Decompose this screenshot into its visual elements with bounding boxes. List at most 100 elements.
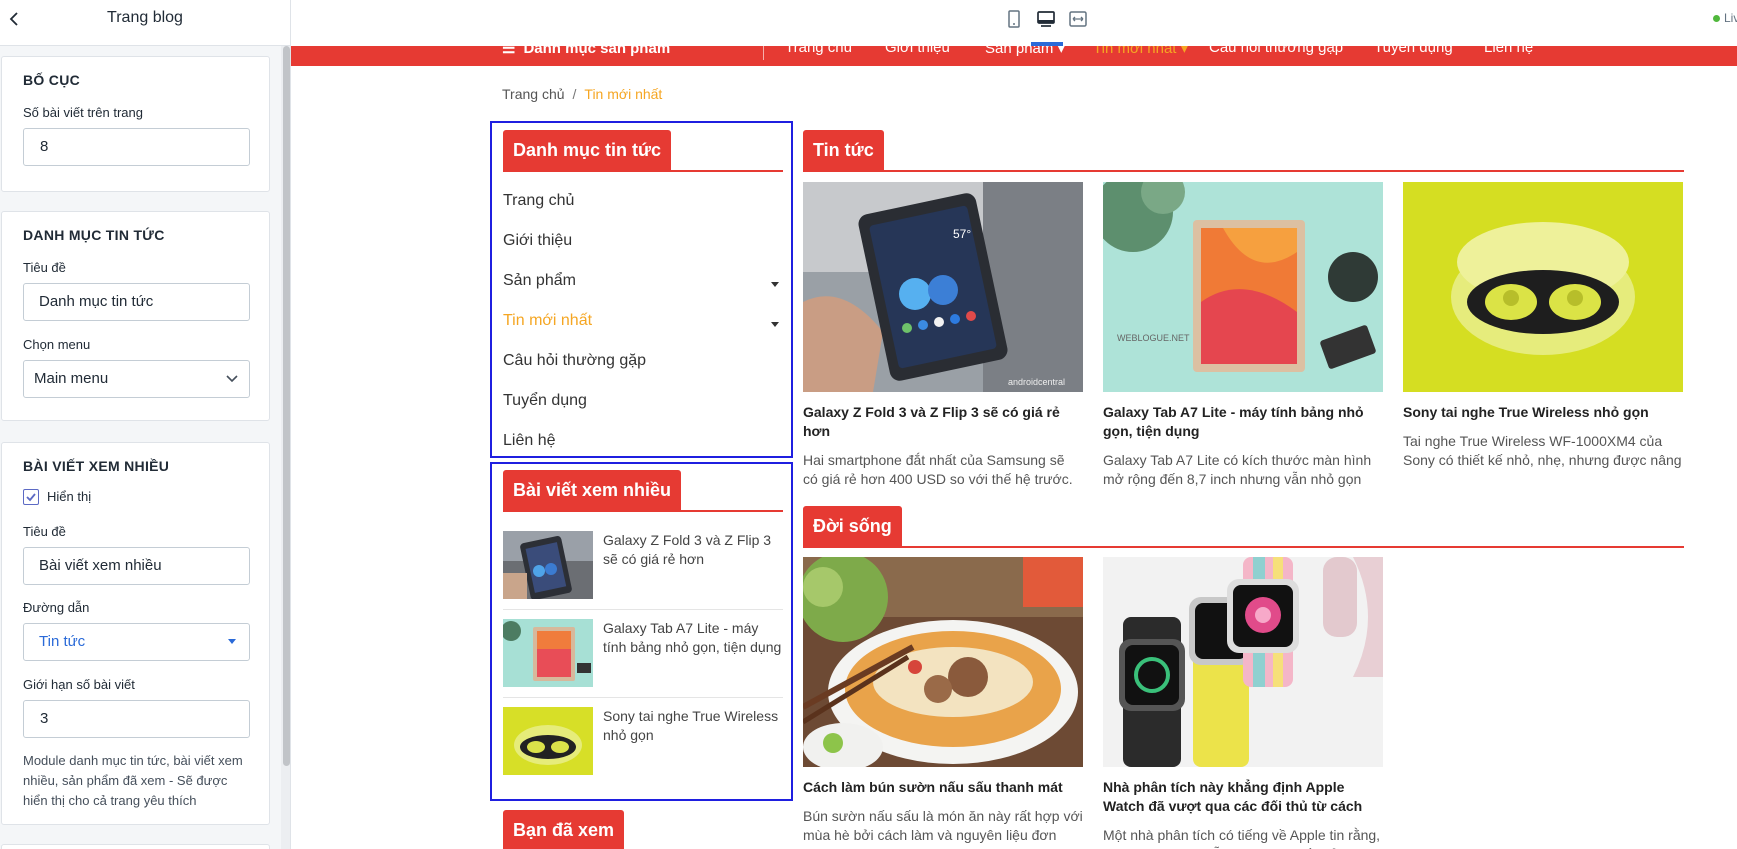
categories-menu-button[interactable]: ☰ Danh mục sản phẩm <box>502 46 670 57</box>
viewed-widget-header: Bạn đã xem <box>503 810 783 849</box>
life-section-title[interactable]: Đời sống <box>803 506 902 546</box>
navbar-divider <box>763 46 764 60</box>
category-item-home[interactable]: Trang chủ <box>503 192 574 210</box>
nav-item-about[interactable]: Giới thiệu <box>885 46 950 56</box>
posts-per-page-label: Số bài viết trên trang <box>23 105 143 120</box>
sidebar-header: Trang blog <box>0 0 290 46</box>
post-description: Bún sườn nấu sấu là món ăn này rất hợp v… <box>803 808 1083 843</box>
hamburger-icon: ☰ <box>502 46 516 57</box>
popular-card-heading: BÀI VIẾT XEM NHIỀU <box>23 458 170 474</box>
post-description: Hai smartphone đắt nhất của Samsung sẽ c… <box>803 452 1073 487</box>
link-label: Đường dẫn <box>23 600 90 615</box>
popular-post-title[interactable]: Galaxy Tab A7 Lite - máy tính bảng nhỏ g… <box>603 619 783 657</box>
category-widget-header: Danh mục tin tức <box>503 130 783 172</box>
module-note: Module danh mục tin tức, bài viết xem nh… <box>23 753 243 808</box>
post-image[interactable] <box>1403 182 1683 392</box>
checkmark-icon <box>26 493 36 502</box>
theme-editor: { "sidebar": { "title": "Trang blog", "l… <box>0 0 1737 849</box>
category-item-jobs[interactable]: Tuyển dụng <box>503 392 587 410</box>
show-checkbox[interactable] <box>23 489 39 505</box>
post-image[interactable]: 57° androidcentral <box>803 182 1083 392</box>
popular-post-item[interactable]: Galaxy Tab A7 Lite - máy tính bảng nhỏ g… <box>503 619 783 699</box>
popular-post-thumbnail[interactable] <box>503 707 593 775</box>
category-item-latest-news[interactable]: Tin mới nhất <box>503 312 592 330</box>
storefront-preview: ☰ Danh mục sản phẩm Trang chủ Giới thiệu … <box>291 46 1737 849</box>
link-select-value: Tin tức <box>39 633 86 650</box>
post-description: Tai nghe True Wireless WF-1000XM4 của So… <box>1403 433 1682 468</box>
image-watermark: androidcentral <box>1008 377 1065 387</box>
category-item-about[interactable]: Giới thiệu <box>503 232 572 250</box>
post-title[interactable]: Galaxy Tab A7 Lite - máy tính bảng nhỏ g… <box>1103 403 1383 441</box>
post-description: Một nhà phân tích có tiếng về Apple tin … <box>1103 827 1381 849</box>
caret-down-icon <box>228 639 236 644</box>
posts-per-page-input[interactable]: 8 <box>23 128 250 166</box>
post-image[interactable] <box>803 557 1083 767</box>
popular-post-item[interactable]: Galaxy Z Fold 3 và Z Flip 3 sẽ có giá rẻ… <box>503 531 783 611</box>
category-item-contact[interactable]: Liên hệ <box>503 432 556 450</box>
breadcrumb-current: Tin mới nhất <box>584 86 663 102</box>
news-section-title[interactable]: Tin tức <box>803 130 884 170</box>
post-title[interactable]: Galaxy Z Fold 3 và Z Flip 3 sẽ có giá rẻ… <box>803 403 1083 441</box>
store-navbar: ☰ Danh mục sản phẩm Trang chủ Giới thiệu … <box>291 46 1737 66</box>
popular-widget-title: Bài viết xem nhiều <box>503 470 682 510</box>
popular-post-title[interactable]: Sony tai nghe True Wireless nhỏ gọn <box>603 707 783 745</box>
show-checkbox-label[interactable]: Hiển thị <box>47 489 91 504</box>
popular-title-input[interactable]: Bài viết xem nhiều <box>23 547 250 585</box>
menu-select[interactable]: Main menu <box>23 360 250 398</box>
desktop-icon <box>1037 11 1055 27</box>
live-status-label: Live <box>1724 11 1737 25</box>
sidebar-scroll-area: BỐ CỤC Số bài viết trên trang 8 DANH MỤC… <box>0 46 281 849</box>
nav-item-contact[interactable]: Liên hệ <box>1484 46 1533 56</box>
menu-select-value: Main menu <box>34 370 109 387</box>
mobile-icon <box>1008 10 1020 28</box>
post-title[interactable]: Sony tai nghe True Wireless nhỏ gọn <box>1403 403 1683 422</box>
category-item-products[interactable]: Sản phẩm <box>503 272 576 290</box>
nav-item-latest-news[interactable]: Tin mới nhất ▾ <box>1093 46 1188 57</box>
post-image[interactable] <box>1103 557 1383 767</box>
popular-post-title[interactable]: Galaxy Z Fold 3 và Z Flip 3 sẽ có giá rẻ… <box>603 531 783 569</box>
category-title-input[interactable]: Danh mục tin tức <box>23 283 250 321</box>
viewed-widget-title: Bạn đã xem <box>503 810 625 849</box>
caret-down-icon[interactable] <box>771 282 779 287</box>
popular-post-item[interactable]: Sony tai nghe True Wireless nhỏ gọn <box>503 707 783 787</box>
category-card: DANH MỤC TIN TỨC Tiêu đề Danh mục tin tứ… <box>1 211 270 421</box>
layout-card-heading: BỐ CỤC <box>23 72 81 88</box>
post-image[interactable]: WEBLOGUE.NET <box>1103 182 1383 392</box>
life-section-header: Đời sống <box>803 506 1684 548</box>
nav-item-faq[interactable]: Câu hỏi thường gặp <box>1209 46 1343 56</box>
popular-post-thumbnail[interactable] <box>503 619 593 687</box>
news-section-header: Tin tức <box>803 130 1684 172</box>
limit-input[interactable]: 3 <box>23 700 250 738</box>
fullwidth-view-button[interactable] <box>1066 8 1090 30</box>
sidebar-scrollbar[interactable] <box>281 46 290 849</box>
category-title-label: Tiêu đề <box>23 260 66 275</box>
link-select[interactable]: Tin tức <box>23 623 250 661</box>
category-item-faq[interactable]: Câu hỏi thường gặp <box>503 352 646 370</box>
post-title[interactable]: Nhà phân tích này khẳng định Apple Watch… <box>1103 778 1383 816</box>
nav-item-home[interactable]: Trang chủ <box>785 46 852 56</box>
popular-posts-card: BÀI VIẾT XEM NHIỀU Hiển thị Tiêu đề Bài … <box>1 442 270 825</box>
live-status-dot <box>1713 15 1720 22</box>
menu-select-label: Chọn menu <box>23 337 91 352</box>
category-widget-title: Danh mục tin tức <box>503 130 672 170</box>
popular-widget-header: Bài viết xem nhiều <box>503 470 783 512</box>
category-card-heading: DANH MỤC TIN TỨC <box>23 227 165 243</box>
mobile-view-button[interactable] <box>1002 8 1026 30</box>
breadcrumb: Trang chủ / Tin mới nhất <box>502 86 663 102</box>
post-description: Galaxy Tab A7 Lite có kích thước màn hìn… <box>1103 452 1372 487</box>
nav-item-jobs[interactable]: Tuyển dụng <box>1374 46 1453 56</box>
desktop-view-button[interactable] <box>1034 8 1058 30</box>
nav-item-products[interactable]: Sản phẩm ▾ <box>985 46 1065 57</box>
svg-text:57°: 57° <box>953 227 971 241</box>
chevron-down-icon <box>226 375 238 383</box>
caret-down-icon[interactable] <box>771 322 779 327</box>
popular-post-thumbnail[interactable] <box>503 531 593 599</box>
next-card <box>1 844 270 849</box>
scrollbar-thumb[interactable] <box>283 46 290 766</box>
preview-toolbar <box>291 0 1737 46</box>
limit-label: Giới hạn số bài viết <box>23 677 135 692</box>
fullwidth-icon <box>1069 11 1087 27</box>
breadcrumb-home-link[interactable]: Trang chủ <box>502 86 565 102</box>
post-title[interactable]: Cách làm bún sườn nấu sấu thanh mát <box>803 778 1083 797</box>
sidebar-title: Trang blog <box>107 9 183 26</box>
